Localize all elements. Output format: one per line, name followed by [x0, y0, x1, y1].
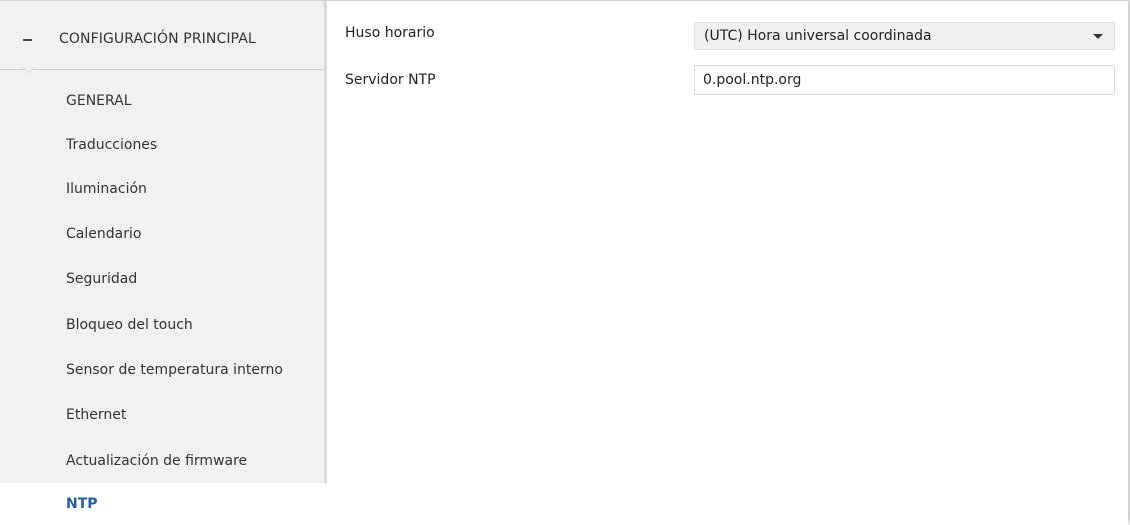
section-header-configuracion-principal[interactable]: CONFIGURACIÓN PRINCIPAL: [0, 1, 324, 70]
sidebar-item-calendario[interactable]: Calendario: [0, 212, 324, 256]
minus-icon[interactable]: [23, 39, 32, 41]
sidebar-item-seguridad[interactable]: Seguridad: [0, 257, 324, 301]
sidebar-item-traducciones[interactable]: Traducciones: [0, 123, 324, 167]
sidebar-item-ntp[interactable]: NTP: [0, 483, 326, 525]
sidebar-item-label: Ethernet: [66, 407, 127, 423]
sidebar-item-general[interactable]: GENERAL: [0, 79, 324, 123]
sidebar-item-label: Seguridad: [66, 271, 138, 287]
sidebar: CONFIGURACIÓN PRINCIPAL GENERAL Traducci…: [0, 1, 326, 525]
sidebar-item-actualizacion-de-firmware[interactable]: Actualización de firmware: [0, 439, 324, 483]
timezone-selected-value: (UTC) Hora universal coordinada: [704, 28, 932, 44]
sidebar-item-label: GENERAL: [66, 93, 132, 109]
sidebar-item-label: Actualización de firmware: [66, 453, 248, 469]
sidebar-item-label: Bloqueo del touch: [66, 317, 193, 333]
dropdown-arrow-icon[interactable]: [1093, 34, 1103, 39]
timezone-label: Huso horario: [345, 25, 435, 41]
ntp-server-input[interactable]: [694, 65, 1115, 95]
sidebar-item-sensor-de-temperatura-interno[interactable]: Sensor de temperatura interno: [0, 348, 324, 392]
section-notch-fill: [23, 67, 35, 72]
sidebar-item-ethernet[interactable]: Ethernet: [0, 393, 324, 437]
sidebar-item-label: Iluminación: [66, 181, 147, 197]
ntp-server-label: Servidor NTP: [345, 72, 436, 88]
section-title: CONFIGURACIÓN PRINCIPAL: [59, 31, 256, 47]
config-window: CONFIGURACIÓN PRINCIPAL GENERAL Traducci…: [0, 0, 1128, 525]
sidebar-item-iluminacion[interactable]: Iluminación: [0, 167, 324, 211]
sidebar-item-label: Traducciones: [66, 137, 158, 153]
timezone-select[interactable]: (UTC) Hora universal coordinada: [694, 22, 1115, 50]
sidebar-item-label: NTP: [66, 496, 98, 512]
sidebar-divider: [324, 1, 327, 483]
sidebar-item-label: Sensor de temperatura interno: [66, 362, 283, 378]
sidebar-item-label: Calendario: [66, 226, 142, 242]
sidebar-item-bloqueo-del-touch[interactable]: Bloqueo del touch: [0, 303, 324, 347]
